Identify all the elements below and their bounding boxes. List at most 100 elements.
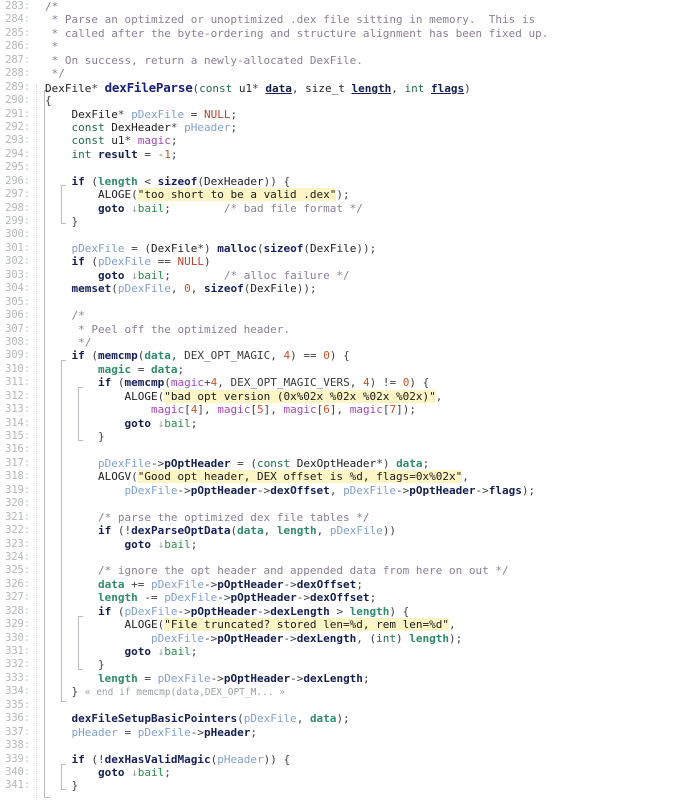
code-line[interactable]: 306: /*: [0, 309, 677, 322]
code-line[interactable]: 305:: [0, 296, 677, 309]
line-content: * called after the byte-ordering and str…: [45, 26, 549, 40]
line-content: length -= pDexFile->pOptHeader->dexOffse…: [97, 591, 377, 605]
code-line[interactable]: 335:: [0, 699, 677, 712]
line-content: }: [71, 215, 79, 228]
code-line[interactable]: 302: if (pDexFile == NULL): [0, 255, 677, 268]
line-number: 295:: [5, 161, 30, 174]
code-line[interactable]: 323: goto ↓bail;: [0, 538, 677, 551]
code-line[interactable]: 304: memset(pDexFile, 0, sizeof(DexFile)…: [0, 282, 677, 295]
line-content: pDexFile->pOptHeader = (const DexOptHead…: [97, 456, 430, 470]
line-content: data += pDexFile->pOptHeader->dexOffset;: [97, 577, 363, 591]
line-content: if (!dexHasValidMagic(pHeader)) {: [71, 752, 291, 766]
code-line[interactable]: 314: goto ↓bail;: [0, 417, 677, 430]
code-line[interactable]: 309: if (memcmp(data, DEX_OPT_MAGIC, 4) …: [0, 349, 677, 362]
line-content: if (memcmp(data, DEX_OPT_MAGIC, 4) == 0)…: [71, 349, 350, 363]
code-line[interactable]: 299: }: [0, 215, 677, 228]
code-line[interactable]: 336: dexFileSetupBasicPointers(pDexFile,…: [0, 712, 677, 725]
code-line[interactable]: 337: pHeader = pDexFile->pHeader;: [0, 726, 677, 739]
code-line[interactable]: 332: }: [0, 658, 677, 671]
code-line[interactable]: 320:: [0, 497, 677, 510]
line-number: 334:: [5, 685, 30, 698]
fold-annotation[interactable]: « end if memcmp(data,DEX_OPT_M... »: [85, 687, 285, 698]
line-content: magic = data;: [97, 362, 185, 376]
code-line[interactable]: 296: if (length < sizeof(DexHeader)) {: [0, 175, 677, 188]
line-content: pDexFile = (DexFile*) malloc(sizeof(DexF…: [71, 241, 377, 255]
code-line[interactable]: 327: length -= pDexFile->pOptHeader->dex…: [0, 591, 677, 604]
code-line[interactable]: 310: magic = data;: [0, 363, 677, 376]
code-line[interactable]: 300:: [0, 228, 677, 241]
code-line[interactable]: 339: if (!dexHasValidMagic(pHeader)) {: [0, 753, 677, 766]
code-line[interactable]: 326: data += pDexFile->pOptHeader->dexOf…: [0, 578, 677, 591]
code-line[interactable]: 321: /* parse the optimized dex file tab…: [0, 511, 677, 524]
code-line[interactable]: 328: if (pDexFile->pOptHeader->dexLength…: [0, 605, 677, 618]
line-content: /* parse the optimized dex file tables *…: [97, 510, 370, 524]
line-content: DexFile* dexFileParse(const u1* data, si…: [45, 79, 471, 95]
line-number: 332:: [5, 658, 30, 671]
line-number: 287:: [5, 53, 30, 66]
line-content: const DexHeader* pHeader;: [71, 120, 238, 134]
code-line[interactable]: 298: goto ↓bail; /* bad file format */: [0, 202, 677, 215]
code-line[interactable]: 313: magic[4], magic[5], magic[6], magic…: [0, 403, 677, 416]
line-content: goto ↓bail;: [124, 416, 198, 430]
line-number: 318:: [5, 470, 30, 483]
code-line[interactable]: 285: * called after the byte-ordering an…: [0, 27, 677, 40]
code-line[interactable]: 295:: [0, 161, 677, 174]
code-line[interactable]: 334: } « end if memcmp(data,DEX_OPT_M...…: [0, 685, 677, 698]
code-line[interactable]: 312: ALOGE("bad opt version (0x%02x %02x…: [0, 389, 677, 403]
code-line[interactable]: 325: /* ignore the opt header and append…: [0, 564, 677, 577]
line-number: 314:: [5, 416, 30, 429]
code-line[interactable]: 307: * Peel off the optimized header.: [0, 323, 677, 336]
code-line[interactable]: 287: * On success, return a newly-alloca…: [0, 54, 677, 67]
code-line[interactable]: 338:: [0, 739, 677, 752]
line-content: magic[4], magic[5], magic[6], magic[7]);: [150, 403, 416, 417]
code-line[interactable]: 319: pDexFile->pOptHeader->dexOffset, pD…: [0, 484, 677, 497]
code-line[interactable]: 331: goto ↓bail;: [0, 645, 677, 658]
code-line[interactable]: 284: * Parse an optimized or unoptimized…: [0, 13, 677, 26]
line-content: length = pDexFile->pOptHeader->dexLength…: [97, 671, 370, 685]
line-number: 327:: [5, 591, 30, 604]
code-line[interactable]: 297: ALOGE("too short to be a valid .dex…: [0, 188, 677, 202]
code-line[interactable]: 340: goto ↓bail;: [0, 766, 677, 779]
line-content: */: [45, 67, 65, 81]
code-line[interactable]: 316:: [0, 443, 677, 456]
line-number: 338:: [5, 739, 30, 752]
line-content: /* ignore the opt header and appended da…: [97, 564, 509, 578]
line-number: 329:: [5, 618, 30, 631]
code-line[interactable]: 318: ALOGV("Good opt header, DEX offset …: [0, 470, 677, 484]
code-line[interactable]: 291: DexFile* pDexFile = NULL;: [0, 108, 677, 121]
code-line[interactable]: 308: */: [0, 336, 677, 349]
line-number: 284:: [5, 13, 30, 26]
code-line[interactable]: 303: goto ↓bail; /* alloc failure */: [0, 269, 677, 282]
code-line[interactable]: 322: if (!dexParseOptData(data, length, …: [0, 524, 677, 537]
code-line[interactable]: 301: pDexFile = (DexFile*) malloc(sizeof…: [0, 242, 677, 255]
line-content: }: [97, 430, 105, 443]
line-number: 285:: [5, 26, 30, 39]
code-editor[interactable]: 283: /* 284: * Parse an optimized or unop…: [0, 0, 677, 800]
line-number: 288:: [5, 67, 30, 80]
code-line[interactable]: 294: int result = -1;: [0, 148, 677, 161]
code-line[interactable]: 289: DexFile* dexFileParse(const u1* data…: [0, 79, 677, 95]
code-line[interactable]: 283: /*: [0, 0, 677, 13]
code-line[interactable]: 317: pDexFile->pOptHeader = (const DexOp…: [0, 457, 677, 470]
code-line[interactable]: 290: {: [0, 94, 677, 107]
line-number: 299:: [5, 215, 30, 227]
code-line[interactable]: 286: *: [0, 40, 677, 53]
line-content: {: [45, 94, 52, 108]
line-number: 339:: [5, 752, 30, 765]
line-number: 309:: [5, 349, 30, 362]
code-line[interactable]: 311: if (memcmp(magic+4, DEX_OPT_MAGIC_V…: [0, 376, 677, 389]
code-line[interactable]: 293: const u1* magic;: [0, 134, 677, 147]
line-content: dexFileSetupBasicPointers(pDexFile, data…: [71, 712, 350, 726]
code-line[interactable]: 288: */: [0, 67, 677, 80]
code-line[interactable]: 292: const DexHeader* pHeader;: [0, 121, 677, 134]
code-line[interactable]: 329: ALOGE("File truncated? stored len=%…: [0, 618, 677, 632]
line-number: 304:: [5, 282, 30, 295]
line-content: if (pDexFile->pOptHeader->dexLength > le…: [97, 604, 410, 618]
code-line[interactable]: 315: }: [0, 430, 677, 443]
line-content: } « end if memcmp(data,DEX_OPT_M... »: [71, 685, 285, 699]
code-line[interactable]: 341: }: [0, 779, 677, 792]
code-line[interactable]: 330: pDexFile->pOptHeader->dexLength, (i…: [0, 632, 677, 645]
line-number: 291:: [5, 107, 30, 120]
code-line[interactable]: 333: length = pDexFile->pOptHeader->dexL…: [0, 672, 677, 685]
code-line[interactable]: 324:: [0, 551, 677, 564]
